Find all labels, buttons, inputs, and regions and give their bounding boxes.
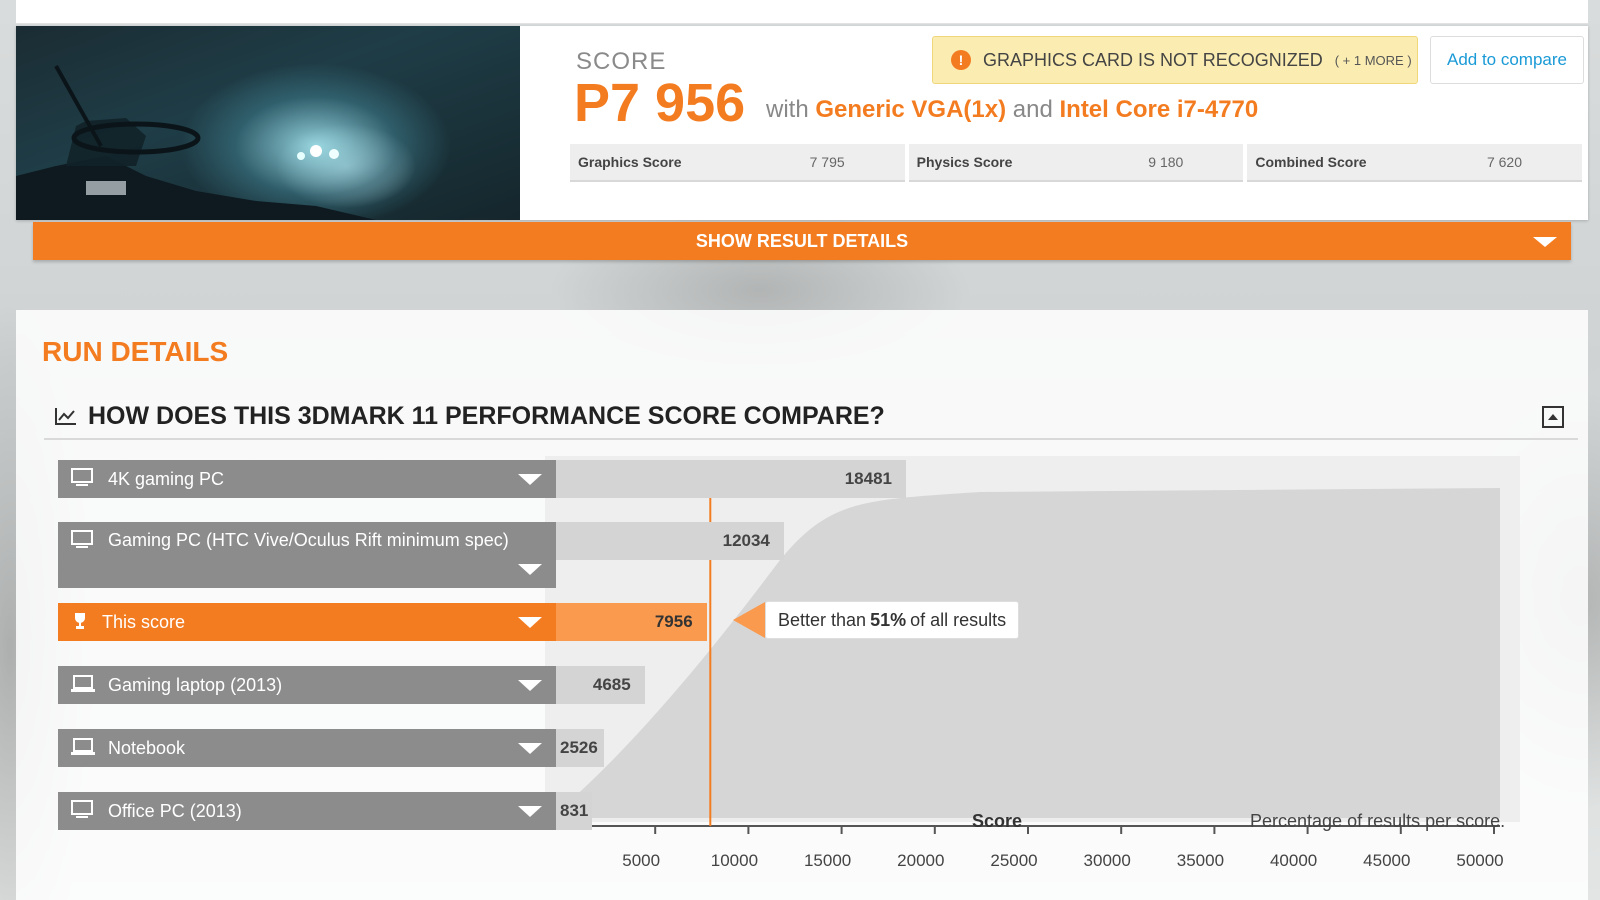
- row-label: 4K gaming PC: [108, 468, 225, 489]
- score-value-bar: 18481: [556, 460, 906, 498]
- score-value-label: 831: [560, 801, 589, 820]
- row-label: This score: [102, 611, 186, 632]
- callout-suffix: of all results: [910, 609, 1007, 630]
- monitor-icon: [70, 800, 94, 820]
- comparison-row[interactable]: Gaming laptop (2013): [58, 666, 556, 704]
- x-tick-label: 40000: [1269, 851, 1318, 870]
- score-value-label: 18481: [844, 469, 892, 488]
- laptop-icon: [70, 737, 95, 757]
- chart-note: Percentage of results per score.: [1250, 811, 1506, 831]
- score-value-bar: 4685: [556, 666, 645, 704]
- comparison-row[interactable]: Gaming PC (HTC Vive/Oculus Rift minimum …: [58, 522, 556, 588]
- chevron-down-icon[interactable]: [518, 564, 542, 575]
- x-tick-label: 50000: [1456, 851, 1504, 870]
- chevron-down-icon[interactable]: [518, 474, 542, 485]
- x-tick-label: 10000: [710, 851, 759, 870]
- x-tick-label: 30000: [1083, 851, 1131, 870]
- x-tick-label: 45000: [1363, 851, 1411, 870]
- chevron-down-icon[interactable]: [518, 743, 542, 754]
- callout-pointer: [733, 602, 765, 638]
- score-value-label: 7956: [654, 612, 693, 631]
- callout-percent: 51%: [870, 609, 907, 630]
- score-value-label: 4685: [592, 675, 631, 694]
- score-value-bar: 831: [556, 792, 592, 830]
- score-value-label: 2526: [560, 738, 598, 757]
- this-score-row[interactable]: This score: [58, 603, 556, 641]
- percentile-callout: Better than 51% of all results: [765, 601, 1020, 639]
- laptop-icon: [70, 674, 95, 694]
- chevron-down-icon[interactable]: [518, 680, 542, 691]
- x-tick-label: 35000: [1176, 851, 1225, 870]
- chevron-down-icon[interactable]: [518, 617, 542, 628]
- row-label: Notebook: [108, 737, 186, 758]
- callout-prefix: Better than: [778, 609, 867, 630]
- x-tick-label: 20000: [897, 851, 945, 870]
- row-label: Gaming PC (HTC Vive/Oculus Rift minimum …: [108, 530, 509, 550]
- trophy-icon: [70, 611, 94, 631]
- chevron-down-icon[interactable]: [518, 806, 542, 817]
- score-value-bar: 12034: [556, 522, 784, 560]
- this-score-value-bar: 7956: [556, 603, 707, 641]
- x-tick-label: 15000: [803, 851, 852, 870]
- comparison-row[interactable]: 4K gaming PC: [58, 460, 556, 498]
- x-tick-label: 25000: [990, 851, 1038, 870]
- comparison-chart: 4K gaming PC 18481 Gaming PC (HTC Vive/Ocu…: [0, 0, 1600, 900]
- monitor-icon: [70, 468, 94, 488]
- score-value-label: 12034: [722, 531, 770, 550]
- row-label: Gaming laptop (2013): [108, 674, 283, 695]
- monitor-icon: [70, 530, 94, 550]
- row-label: Office PC (2013): [108, 800, 242, 821]
- x-tick-label: 5000: [622, 851, 661, 870]
- comparison-row[interactable]: Notebook: [58, 729, 556, 767]
- comparison-row[interactable]: Office PC (2013): [58, 792, 556, 830]
- score-value-bar: 2526: [556, 729, 604, 767]
- x-axis-title: Score: [972, 811, 1023, 831]
